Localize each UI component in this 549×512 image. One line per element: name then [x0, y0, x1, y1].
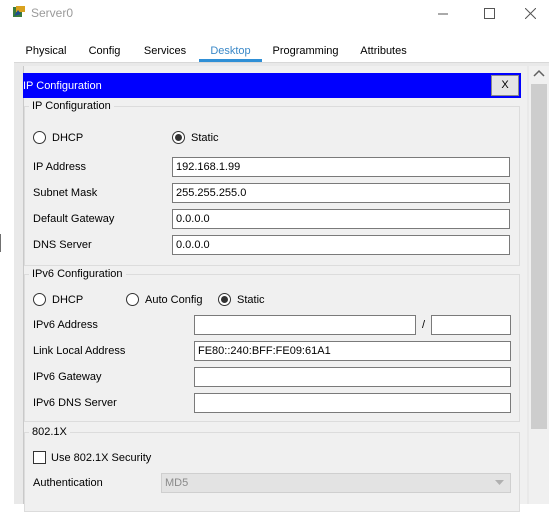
ipv6-dhcp-label: DHCP: [52, 294, 84, 306]
tab-programming[interactable]: Programming: [262, 40, 349, 62]
title-bar: Server0: [0, 0, 549, 26]
ipv6-address-field[interactable]: [194, 315, 416, 335]
ipv6-prefix-length-field[interactable]: [431, 315, 511, 335]
ipv6-gateway-label: IPv6 Gateway: [33, 371, 102, 383]
link-local-address-label: Link Local Address: [33, 345, 126, 357]
dot1x-group: [24, 432, 520, 512]
maximize-button[interactable]: [466, 0, 512, 26]
dot1x-group-legend: 802.1X: [29, 426, 70, 438]
ip-configuration-title: IP Configuration: [23, 80, 102, 92]
dns-server-field[interactable]: 0.0.0.0: [172, 235, 510, 255]
use-8021x-checkbox[interactable]: [33, 451, 46, 464]
ipv6-dns-server-field[interactable]: [194, 393, 511, 413]
subnet-mask-field[interactable]: 255.255.255.0: [172, 183, 510, 203]
ipv4-static-radio[interactable]: [172, 131, 185, 144]
ipv6-auto-config-radio[interactable]: [126, 293, 139, 306]
authentication-select[interactable]: MD5: [161, 473, 511, 493]
tab-services[interactable]: Services: [131, 40, 199, 62]
ipv4-group-legend: IP Configuration: [29, 100, 114, 112]
scroll-up-icon[interactable]: [533, 69, 545, 77]
default-gateway-label: Default Gateway: [33, 213, 115, 225]
ipv4-dhcp-radio[interactable]: [33, 131, 46, 144]
authentication-select-value: MD5: [165, 477, 189, 489]
tab-physical[interactable]: Physical: [14, 40, 78, 62]
ipv6-address-label: IPv6 Address: [33, 319, 98, 331]
close-button[interactable]: [512, 0, 549, 26]
window-title: Server0: [31, 6, 74, 20]
authentication-label: Authentication: [33, 477, 103, 489]
left-edge-marker: [0, 234, 1, 252]
ipv4-static-label: Static: [191, 132, 219, 144]
tab-config[interactable]: Config: [78, 40, 131, 62]
ip-configuration-close-button[interactable]: X: [491, 75, 519, 96]
default-gateway-field[interactable]: 0.0.0.0: [172, 209, 510, 229]
link-local-address-field[interactable]: FE80::240:BFF:FE09:61A1: [194, 341, 511, 361]
maximize-icon: [483, 7, 495, 19]
ipv6-auto-config-label: Auto Config: [145, 294, 203, 306]
chevron-down-icon: [495, 480, 504, 485]
dns-server-label: DNS Server: [33, 239, 92, 251]
ipv6-static-radio[interactable]: [218, 293, 231, 306]
ip-address-field[interactable]: 192.168.1.99: [172, 157, 510, 177]
ipv6-dns-server-label: IPv6 DNS Server: [33, 397, 117, 409]
ipv6-gateway-field[interactable]: [194, 367, 511, 387]
ipv4-dhcp-label: DHCP: [52, 132, 84, 144]
ipv6-dhcp-radio[interactable]: [33, 293, 46, 306]
tab-attributes[interactable]: Attributes: [349, 40, 418, 62]
ip-address-label: IP Address: [33, 161, 86, 173]
ipv6-prefix-separator: /: [422, 319, 426, 331]
ipv6-group-legend: IPv6 Configuration: [29, 268, 126, 280]
subnet-mask-label: Subnet Mask: [33, 187, 98, 199]
use-8021x-label: Use 802.1X Security: [51, 452, 152, 464]
server-app-icon: [12, 5, 26, 19]
minimize-icon: [437, 13, 448, 14]
minimize-button[interactable]: [420, 0, 466, 26]
scrollbar-thumb[interactable]: [531, 84, 547, 429]
close-icon: [525, 7, 536, 19]
ipv6-static-label: Static: [237, 294, 265, 306]
